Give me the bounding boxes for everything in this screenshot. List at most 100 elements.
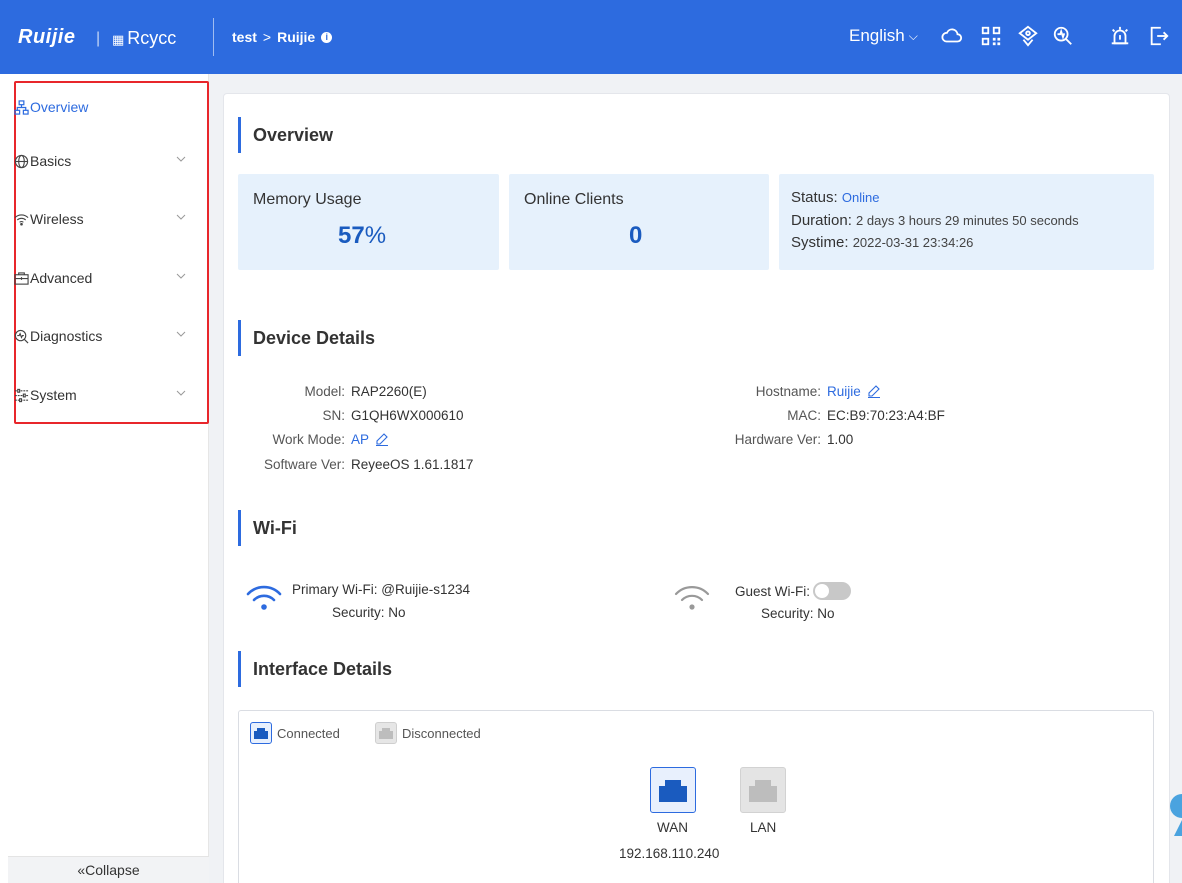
sidebar-item-basics[interactable]: Basics	[14, 150, 194, 172]
logout-icon[interactable]	[1147, 24, 1171, 48]
breadcrumb-parent[interactable]: test	[232, 29, 257, 45]
wan-port[interactable]	[650, 767, 696, 813]
status-row: Status: Online	[791, 189, 880, 206]
chevron-down-icon	[176, 331, 186, 337]
chevron-down-icon	[176, 214, 186, 220]
sidebar-item-advanced[interactable]: Advanced	[14, 267, 194, 289]
interface-details-title: Interface Details	[238, 651, 392, 687]
guest-security-value: No	[817, 606, 835, 621]
wan-port-label: WAN	[657, 820, 688, 835]
alert-icon[interactable]	[1108, 24, 1132, 48]
online-clients-card: Online Clients 0	[509, 174, 769, 270]
sn-value: G1QH6WX000610	[351, 408, 464, 423]
breadcrumb-separator: >	[262, 29, 272, 45]
breadcrumb: test > Ruijie i	[232, 29, 333, 45]
sidebar-item-label: Diagnostics	[30, 328, 103, 344]
primary-wifi-icon	[246, 585, 282, 610]
legend-connected: Connected	[250, 722, 340, 744]
hostname-row: Hostname: Ruijie	[690, 384, 881, 399]
floating-assistant-icon[interactable]	[1166, 790, 1182, 838]
mac-value: EC:B9:70:23:A4:BF	[827, 408, 945, 423]
device-details-title: Device Details	[238, 320, 375, 356]
workmode-row: Work Mode: AP	[240, 432, 389, 447]
chevron-down-icon	[176, 156, 186, 162]
status-value: Online	[841, 190, 880, 205]
hardware-value: 1.00	[827, 432, 854, 447]
diagnostics-icon	[14, 329, 29, 344]
sliders-icon	[14, 388, 29, 403]
memory-usage-card: Memory Usage 57%	[238, 174, 499, 270]
qrcode-icon[interactable]	[979, 24, 1003, 48]
primary-security-row: Security: No	[332, 605, 406, 620]
workmode-value[interactable]: AP	[351, 432, 369, 447]
hardware-row: Hardware Ver: 1.00	[734, 432, 854, 447]
ethernet-port-icon	[375, 722, 397, 744]
chevron-down-icon	[176, 390, 186, 396]
systime-row: Systime: 2022-03-31 23:34:26	[791, 234, 974, 251]
wifi-title: Wi-Fi	[238, 510, 297, 546]
systime-value: 2022-03-31 23:34:26	[852, 235, 974, 250]
software-row: Software Ver: ReyeeOS 1.61.1817	[263, 457, 474, 472]
collapse-button[interactable]: «Collapse	[8, 856, 209, 883]
guest-wifi-icon	[674, 586, 710, 610]
guest-wifi-toggle[interactable]	[813, 582, 852, 600]
reyee-icon: ▦	[112, 32, 125, 47]
brand-logo[interactable]: Ruijie	[18, 26, 75, 49]
cloud-icon[interactable]	[940, 24, 964, 48]
toggle-knob	[815, 584, 830, 598]
wifi-icon	[14, 212, 29, 227]
ethernet-port-icon	[749, 780, 777, 802]
memory-usage-value: 57%	[338, 222, 387, 249]
top-header: Ruijie | ▦ Rcycc test > Ruijie i English …	[0, 0, 1182, 74]
topology-icon	[14, 99, 29, 115]
mac-row: MAC: EC:B9:70:23:A4:BF	[787, 408, 945, 423]
sub-brand: ▦ Rcycc	[112, 28, 176, 49]
online-clients-value: 0	[629, 222, 643, 249]
overview-title: Overview	[238, 117, 333, 153]
guest-wifi-row: Guest Wi-Fi:	[735, 582, 852, 600]
language-select[interactable]: English ⌵	[849, 26, 918, 46]
wan-ip-address: 192.168.110.240	[619, 846, 720, 861]
primary-security-value: No	[388, 605, 406, 620]
sidebar-item-label: Advanced	[30, 270, 93, 286]
legend-disconnected-label: Disconnected	[402, 725, 481, 741]
lan-port[interactable]	[740, 767, 786, 813]
search-icon[interactable]	[1051, 24, 1075, 48]
breadcrumb-current: Ruijie	[277, 29, 316, 45]
model-value: RAP2260(E)	[351, 384, 427, 399]
edit-icon[interactable]	[867, 384, 881, 398]
language-label: English	[849, 26, 905, 45]
network-icon[interactable]	[1016, 24, 1040, 48]
status-card: Status: Online Duration: 2 days 3 hours …	[779, 174, 1154, 270]
memory-usage-label: Memory Usage	[253, 191, 362, 208]
sidebar-item-label: Wireless	[30, 211, 84, 227]
guest-security-row: Security: No	[761, 606, 835, 621]
ethernet-port-icon	[250, 722, 272, 744]
sidebar-item-wireless[interactable]: Wireless	[14, 208, 194, 230]
chevron-down-icon: ⌵	[908, 28, 918, 43]
sidebar-item-diagnostics[interactable]: Diagnostics	[14, 325, 194, 347]
sidebar-item-overview[interactable]: Overview	[14, 96, 194, 118]
software-value: ReyeeOS 1.61.1817	[351, 457, 474, 472]
sidebar-item-label: Overview	[30, 99, 89, 115]
primary-wifi-ssid: @Ruijie-s1234	[381, 582, 470, 597]
legend-connected-label: Connected	[277, 725, 340, 741]
edit-icon[interactable]	[375, 432, 389, 446]
sidebar-item-system[interactable]: System	[14, 384, 194, 406]
sidebar-item-label: System	[30, 387, 77, 403]
menu-highlight-box	[14, 81, 209, 424]
chevron-down-icon	[176, 273, 186, 279]
sn-row: SN: G1QH6WX000610	[322, 408, 464, 423]
sub-brand-label: Rcycc	[127, 28, 177, 48]
legend-disconnected: Disconnected	[375, 722, 481, 744]
model-row: Model: RAP2260(E)	[304, 384, 427, 399]
globe-icon	[14, 154, 29, 169]
sidebar-item-label: Basics	[30, 153, 72, 169]
brand-separator: |	[96, 30, 101, 47]
sidebar: Overview Basics Wireless Advanced Diagno…	[0, 74, 209, 883]
info-icon[interactable]: i	[321, 31, 333, 43]
header-divider	[213, 18, 214, 56]
primary-wifi-row: Primary Wi-Fi: @Ruijie-s1234	[292, 582, 470, 597]
hostname-value[interactable]: Ruijie	[827, 384, 861, 399]
duration-row: Duration: 2 days 3 hours 29 minutes 50 s…	[791, 212, 1079, 229]
